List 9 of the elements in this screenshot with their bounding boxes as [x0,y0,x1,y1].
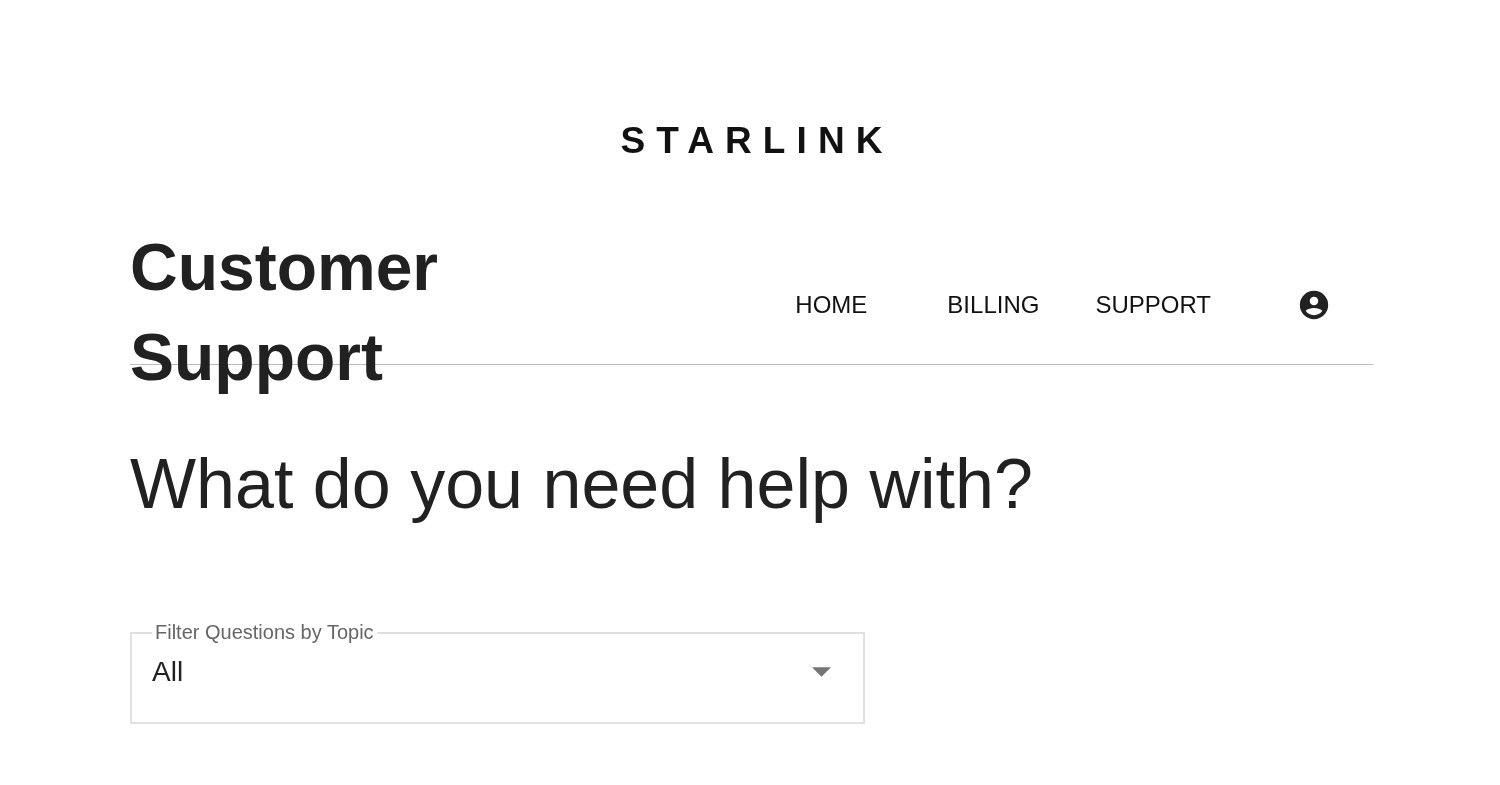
nav-link[interactable]: HOME [795,289,868,321]
caret-icon [812,667,831,677]
nav-link[interactable]: SUPPORT [1095,289,1211,321]
section-heading: What do you need help with? [130,444,1034,525]
topic-filter-dropdown[interactable]: Filter Questions by Topic All [130,621,865,724]
page-title: Customer Support [130,229,440,396]
nav-link[interactable]: BILLING [947,289,1040,321]
account-icon[interactable] [1297,288,1331,322]
logo: STARLINK [619,119,894,163]
